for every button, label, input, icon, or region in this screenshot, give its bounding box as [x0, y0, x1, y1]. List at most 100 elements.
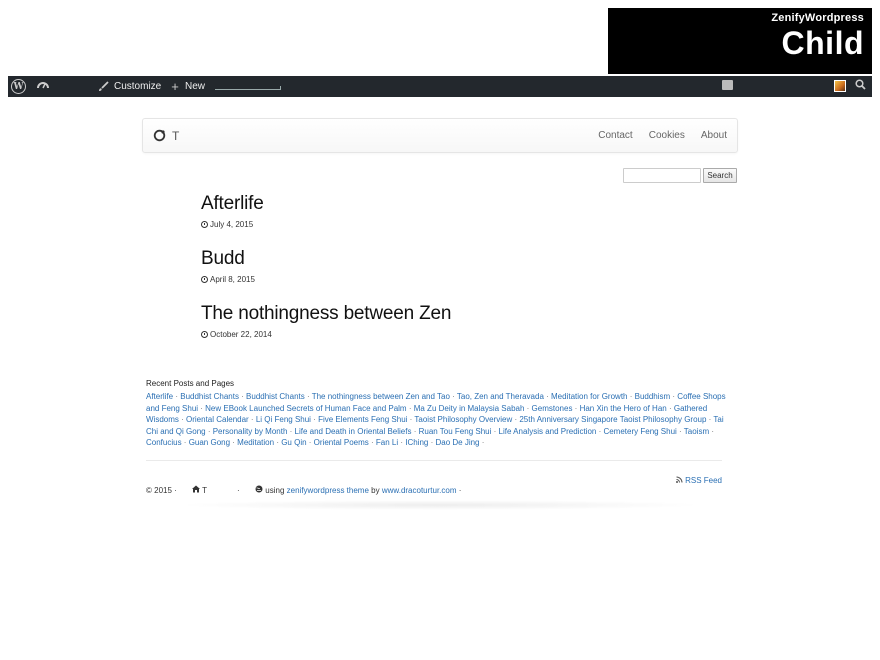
- recent-post-separator: ·: [543, 392, 552, 401]
- recent-post-link[interactable]: Oriental Poems: [314, 438, 369, 447]
- post-date: July 4, 2015: [201, 220, 264, 229]
- recent-post-separator: ·: [676, 426, 684, 436]
- recent-post-link[interactable]: Cemetery Feng Shui: [603, 427, 676, 436]
- recent-post-separator: ·: [181, 438, 189, 448]
- recent-post-link[interactable]: Taoist Philosophy Overview: [414, 415, 512, 424]
- brush-icon: [96, 80, 110, 94]
- theme-banner: ZenifyWordpress Child: [608, 8, 872, 74]
- recent-post-separator: ·: [627, 392, 635, 401]
- recent-post-separator: ·: [205, 426, 213, 436]
- recent-post-link[interactable]: Fan Li: [376, 438, 398, 447]
- recent-post-separator: ·: [306, 438, 314, 448]
- recent-post-separator: ·: [411, 426, 419, 436]
- new-button[interactable]: + New: [168, 76, 205, 97]
- recent-post-link[interactable]: Personality by Month: [213, 427, 288, 436]
- recent-post-link[interactable]: New EBook Launched Secrets of Human Face…: [205, 404, 406, 413]
- recent-post-link[interactable]: Dao De Jing: [435, 438, 479, 447]
- nav-link-about[interactable]: About: [701, 129, 727, 143]
- banner-line2: Child: [781, 25, 864, 61]
- recent-post-separator: ·: [449, 392, 457, 401]
- theme-link[interactable]: zenifywordpress theme: [287, 486, 369, 495]
- dashboard-icon[interactable]: [36, 79, 50, 93]
- admin-bar: W Customize + New: [8, 76, 872, 97]
- banner-line1: ZenifyWordpress: [771, 12, 864, 24]
- recent-post-separator: ·: [479, 438, 485, 448]
- recent-post-link[interactable]: Confucius: [146, 438, 182, 447]
- post-entry: Budd April 8, 2015: [201, 248, 255, 284]
- rss-link[interactable]: RSS Feed: [676, 476, 722, 485]
- page-shadow: [175, 500, 705, 510]
- recent-posts-heading: Recent Posts and Pages: [146, 379, 235, 388]
- post-title[interactable]: The nothingness between Zen: [201, 303, 451, 325]
- post-date-text: October 22, 2014: [210, 330, 272, 339]
- search-input[interactable]: [623, 168, 701, 183]
- recent-post-link[interactable]: Five Elements Feng Shui: [318, 415, 407, 424]
- recent-post-link[interactable]: Li Qi Feng Shui: [256, 415, 311, 424]
- post-title[interactable]: Afterlife: [201, 193, 264, 215]
- comment-icon[interactable]: [722, 80, 733, 90]
- nav-menu: Contact Cookies About: [598, 129, 727, 143]
- recent-post-link[interactable]: Oriental Calendar: [186, 415, 249, 424]
- customize-label: Customize: [114, 81, 162, 92]
- clock-icon: [201, 221, 208, 228]
- page: ZenifyWordpress Child W Customize + New …: [0, 0, 880, 660]
- footer-using: using: [265, 485, 285, 495]
- recent-post-separator: ·: [406, 403, 414, 413]
- recent-post-link[interactable]: Gemstones: [532, 404, 573, 413]
- post-date-text: July 4, 2015: [210, 220, 254, 229]
- rss-label: RSS Feed: [685, 476, 722, 485]
- recent-post-separator: ·: [572, 403, 580, 413]
- recent-post-separator: ·: [287, 426, 295, 436]
- footer-trailing: ·: [456, 485, 462, 495]
- recent-post-link[interactable]: Tao, Zen and Theravada: [457, 392, 544, 401]
- recent-posts-section: Recent Posts and Pages Afterlife · Buddh…: [146, 378, 726, 449]
- recent-posts-list: Afterlife · Buddhist Chants · Buddhist C…: [146, 391, 726, 449]
- recent-post-link[interactable]: Buddhism: [635, 392, 671, 401]
- plus-icon: +: [171, 79, 179, 94]
- recent-post-link[interactable]: Buddhist Chants: [180, 392, 239, 401]
- recent-post-link[interactable]: Life Analysis and Prediction: [499, 427, 597, 436]
- recent-post-link[interactable]: Life and Death in Oriental Beliefs: [295, 427, 412, 436]
- post-date: April 8, 2015: [201, 275, 255, 284]
- recent-post-separator: ·: [709, 426, 715, 436]
- recent-post-link[interactable]: The nothingness between Zen and Tao: [312, 392, 450, 401]
- author-link[interactable]: www.dracoturtur.com: [382, 486, 457, 495]
- nav-link-contact[interactable]: Contact: [598, 129, 632, 143]
- admin-bar-underline: [215, 86, 281, 90]
- recent-post-link[interactable]: Ruan Tou Feng Shui: [419, 427, 492, 436]
- recent-post-link[interactable]: Gu Qin: [281, 438, 306, 447]
- customize-button[interactable]: Customize: [96, 76, 161, 97]
- site-navbar: T Contact Cookies About: [142, 118, 738, 153]
- footer-divider: [146, 460, 722, 461]
- avatar[interactable]: [834, 80, 846, 92]
- recent-post-link[interactable]: Buddhist Chants: [246, 392, 305, 401]
- search-icon[interactable]: [855, 79, 866, 93]
- recent-post-separator: ·: [310, 415, 319, 425]
- footer-copyright: © 2015 ·: [146, 485, 177, 495]
- wordpress-icon[interactable]: W: [11, 79, 26, 94]
- recent-post-link[interactable]: Afterlife: [146, 392, 173, 401]
- recent-post-link[interactable]: Guan Gong: [189, 438, 230, 447]
- post-date-text: April 8, 2015: [210, 275, 255, 284]
- post-title[interactable]: Budd: [201, 248, 255, 270]
- footer-brand[interactable]: T: [202, 486, 207, 495]
- recent-post-separator: ·: [238, 392, 247, 401]
- recent-post-separator: ·: [368, 438, 376, 448]
- search-button[interactable]: Search: [703, 168, 737, 183]
- post-date: October 22, 2014: [201, 330, 451, 339]
- nav-link-cookies[interactable]: Cookies: [649, 129, 685, 143]
- recent-post-link[interactable]: Han Xin the Hero of Han: [580, 404, 667, 413]
- site-brand[interactable]: T: [172, 129, 179, 143]
- recent-post-link[interactable]: Meditation: [237, 438, 274, 447]
- recent-post-link[interactable]: IChing: [405, 438, 428, 447]
- recent-post-link[interactable]: 25th Anniversary Singapore Taoist Philos…: [519, 415, 706, 424]
- recent-post-link[interactable]: Taoism: [684, 427, 709, 436]
- site-logo-icon[interactable]: [153, 129, 166, 145]
- recent-post-link[interactable]: Ma Zu Deity in Malaysia Sabah: [414, 404, 525, 413]
- recent-post-separator: ·: [304, 392, 312, 401]
- recent-post-link[interactable]: Meditation for Growth: [551, 392, 627, 401]
- recent-post-separator: ·: [491, 426, 499, 436]
- clock-icon: [201, 276, 208, 283]
- clock-icon: [201, 331, 208, 338]
- new-label: New: [185, 81, 206, 92]
